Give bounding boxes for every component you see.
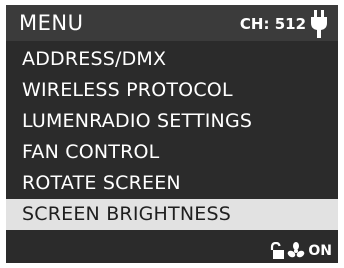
menu-item-fan-control[interactable]: FAN CONTROL — [6, 137, 338, 168]
menu-item-rotate-screen[interactable]: ROTATE SCREEN — [6, 168, 338, 199]
menu-item-address-dmx[interactable]: ADDRESS/DMX — [6, 44, 338, 75]
menu-item-label: ROTATE SCREEN — [22, 172, 181, 194]
status-icons: ON — [269, 241, 332, 261]
menu-item-lumenradio-settings[interactable]: LUMENRADIO SETTINGS — [6, 106, 338, 137]
menu-item-label: ADDRESS/DMX — [22, 48, 167, 70]
menu-item-screen-brightness[interactable]: SCREEN BRIGHTNESS — [6, 199, 338, 230]
menu-title: MENU — [19, 11, 84, 35]
fan-icon — [288, 242, 305, 258]
status-bar: ON — [6, 239, 338, 263]
plug-icon — [311, 10, 327, 38]
menu-item-wireless-protocol[interactable]: WIRELESS PROTOCOL — [6, 75, 338, 106]
menu-list: ADDRESS/DMX WIRELESS PROTOCOL LUMENRADIO… — [6, 44, 338, 230]
unlock-icon — [271, 242, 285, 259]
header-bar: MENU CH: 512 — [6, 5, 338, 41]
device-screen: MENU CH: 512 ADDRESS/DMX WIRELESS PROTOC… — [6, 5, 338, 263]
menu-item-label: WIRELESS PROTOCOL — [22, 79, 233, 101]
channel-indicator: CH: 512 — [239, 15, 306, 33]
menu-item-label: SCREEN BRIGHTNESS — [22, 203, 231, 225]
menu-item-label: FAN CONTROL — [22, 141, 160, 163]
fan-status: ON — [308, 243, 332, 259]
menu-item-label: LUMENRADIO SETTINGS — [22, 110, 253, 132]
